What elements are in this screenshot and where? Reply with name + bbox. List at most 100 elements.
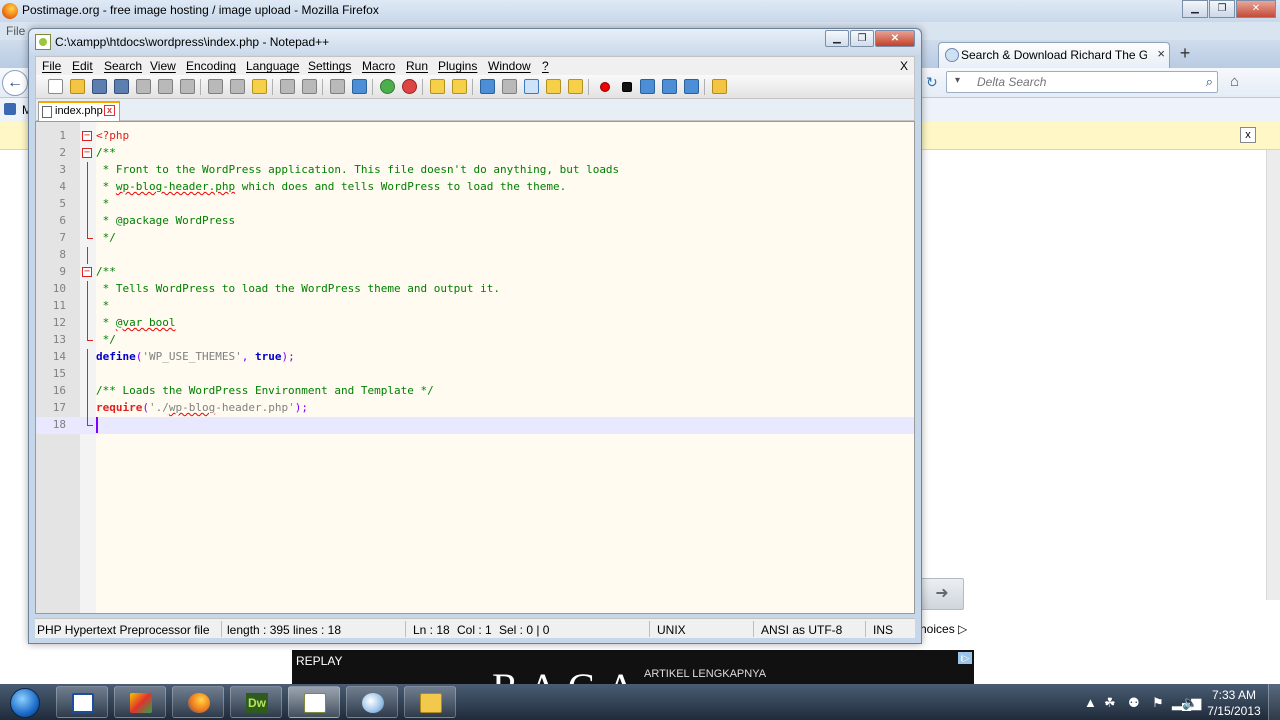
reload-icon[interactable]: ↻ — [926, 74, 938, 91]
menu-help[interactable]: ? — [542, 59, 549, 73]
tab-close-icon[interactable]: x — [104, 105, 115, 116]
volume-icon[interactable]: 🔈 — [1182, 695, 1198, 711]
firefox-tab-search-download[interactable]: Search & Download Richard The Gilis... × — [938, 42, 1170, 68]
ad-replay-label[interactable]: REPLAY — [296, 654, 342, 668]
npp-minimize-button[interactable]: ▁ — [825, 30, 849, 47]
document-map-icon[interactable] — [568, 79, 583, 94]
search-input[interactable] — [977, 74, 1187, 90]
menu-plugins[interactable]: Plugins — [438, 59, 477, 73]
ad-read-more-link[interactable]: ARTIKEL LENGKAPNYA — [644, 668, 766, 680]
taskbar-app-paint[interactable] — [346, 686, 398, 718]
notification-close-button[interactable]: x — [1240, 127, 1256, 143]
home-icon[interactable]: ⌂ — [1230, 73, 1239, 90]
menu-run[interactable]: Run — [406, 59, 428, 73]
page-scrollbar[interactable] — [1266, 150, 1280, 600]
line-number: 7 — [59, 231, 66, 244]
firefox-minimize-button[interactable]: ▁ — [1182, 0, 1208, 18]
paint-icon — [362, 693, 384, 713]
new-file-icon[interactable] — [48, 79, 63, 94]
menu-encoding[interactable]: Encoding — [186, 59, 236, 73]
word-wrap-icon[interactable] — [480, 79, 495, 94]
tray-expand-icon[interactable]: ▲ — [1084, 695, 1097, 710]
npp-menu-bar: File Edit Search View Encoding Language … — [35, 56, 915, 75]
menu-language[interactable]: Language — [246, 59, 299, 73]
menu-settings[interactable]: Settings — [308, 59, 351, 73]
indent-guide-icon[interactable] — [524, 79, 539, 94]
run-macro-multiple-icon[interactable] — [662, 79, 677, 94]
taskbar-app-window[interactable] — [56, 686, 108, 718]
zoom-in-icon[interactable] — [380, 79, 395, 94]
advertisement-banner[interactable]: REPLAY RAGA ARTIKEL LENGKAPNYA i▷ — [292, 650, 974, 684]
start-button[interactable] — [4, 684, 44, 720]
clock-time[interactable]: 7:33 AM — [1204, 688, 1264, 702]
ad-info-icon[interactable]: i▷ — [958, 652, 972, 664]
plugin-icon[interactable] — [712, 79, 727, 94]
open-file-icon[interactable] — [70, 79, 85, 94]
taskbar-app-notepad[interactable] — [288, 686, 340, 718]
print-icon[interactable] — [180, 79, 195, 94]
menu-view[interactable]: View — [150, 59, 176, 73]
tab-index-php[interactable]: index.php x — [38, 101, 120, 121]
firefox-menu-file[interactable]: File — [6, 24, 25, 38]
search-engine-dropdown-icon[interactable]: ▾ — [955, 75, 960, 86]
tray-users-icon[interactable]: ⚉ — [1128, 695, 1140, 711]
npp-title-bar[interactable]: C:\xampp\htdocs\wordpress\index.php - No… — [29, 29, 921, 55]
firefox-search-box[interactable]: ▾ ⌕ — [946, 71, 1218, 93]
npp-tab-bar: index.php x — [35, 99, 915, 121]
save-macro-icon[interactable] — [684, 79, 699, 94]
firefox-close-button[interactable]: ✕ — [1236, 0, 1276, 18]
save-icon[interactable] — [92, 79, 107, 94]
status-insert-mode[interactable]: INS — [873, 623, 893, 637]
tab-close-icon[interactable]: × — [1157, 46, 1165, 61]
user-language-icon[interactable] — [546, 79, 561, 94]
back-button[interactable]: ← — [2, 70, 28, 96]
npp-close-button[interactable]: ✕ — [875, 30, 915, 47]
close-all-icon[interactable] — [158, 79, 173, 94]
code-editor[interactable]: 1 − <?php 2 − /** 3 * Front to the WordP… — [35, 121, 915, 614]
show-desktop-button[interactable] — [1268, 684, 1280, 720]
taskbar-app-media-player[interactable] — [114, 686, 166, 718]
sync-horizontal-icon[interactable] — [452, 79, 467, 94]
taskbar-app-explorer[interactable] — [404, 686, 456, 718]
replace-icon[interactable] — [352, 79, 367, 94]
bookmark-icon[interactable] — [4, 103, 16, 115]
search-icon[interactable]: ⌕ — [1206, 74, 1213, 90]
play-macro-icon[interactable] — [640, 79, 655, 94]
taskbar-app-dreamweaver[interactable]: Dw — [230, 686, 282, 718]
undo-icon[interactable] — [280, 79, 295, 94]
sync-vertical-icon[interactable] — [430, 79, 445, 94]
new-tab-button[interactable]: + — [1174, 44, 1196, 64]
save-all-icon[interactable] — [114, 79, 129, 94]
paste-icon[interactable] — [252, 79, 267, 94]
tray-app-icon[interactable]: ☘ — [1104, 695, 1116, 711]
menu-macro[interactable]: Macro — [362, 59, 395, 73]
taskbar-app-firefox[interactable] — [172, 686, 224, 718]
clock-date[interactable]: 7/15/2013 — [1204, 704, 1264, 718]
menu-file[interactable]: File — [42, 59, 61, 73]
fold-toggle-icon[interactable]: − — [82, 148, 92, 158]
menu-close-document[interactable]: X — [900, 59, 908, 73]
menu-search[interactable]: Search — [104, 59, 142, 73]
find-icon[interactable] — [330, 79, 345, 94]
close-file-icon[interactable] — [136, 79, 151, 94]
fold-toggle-icon[interactable]: − — [82, 131, 92, 141]
action-center-flag-icon[interactable]: ⚑ — [1152, 695, 1164, 711]
record-macro-icon[interactable] — [600, 82, 610, 92]
zoom-out-icon[interactable] — [402, 79, 417, 94]
firefox-maximize-button[interactable]: ❐ — [1209, 0, 1235, 18]
stop-macro-icon[interactable] — [622, 82, 632, 92]
page-arrow-button[interactable]: ➜ — [920, 578, 964, 610]
ad-choices-link[interactable]: hoices ▷ — [920, 622, 967, 636]
fold-line — [87, 366, 88, 383]
fold-toggle-icon[interactable]: − — [82, 267, 92, 277]
npp-maximize-button[interactable]: ❐ — [850, 30, 874, 47]
menu-window[interactable]: Window — [488, 59, 531, 73]
redo-icon[interactable] — [302, 79, 317, 94]
copy-icon[interactable] — [230, 79, 245, 94]
status-encoding[interactable]: ANSI as UTF-8 — [761, 623, 842, 637]
firefox-title-bar: Postimage.org - free image hosting / ima… — [0, 0, 1280, 22]
menu-edit[interactable]: Edit — [72, 59, 93, 73]
status-eol-format[interactable]: UNIX — [657, 623, 686, 637]
cut-icon[interactable] — [208, 79, 223, 94]
show-all-characters-icon[interactable] — [502, 79, 517, 94]
